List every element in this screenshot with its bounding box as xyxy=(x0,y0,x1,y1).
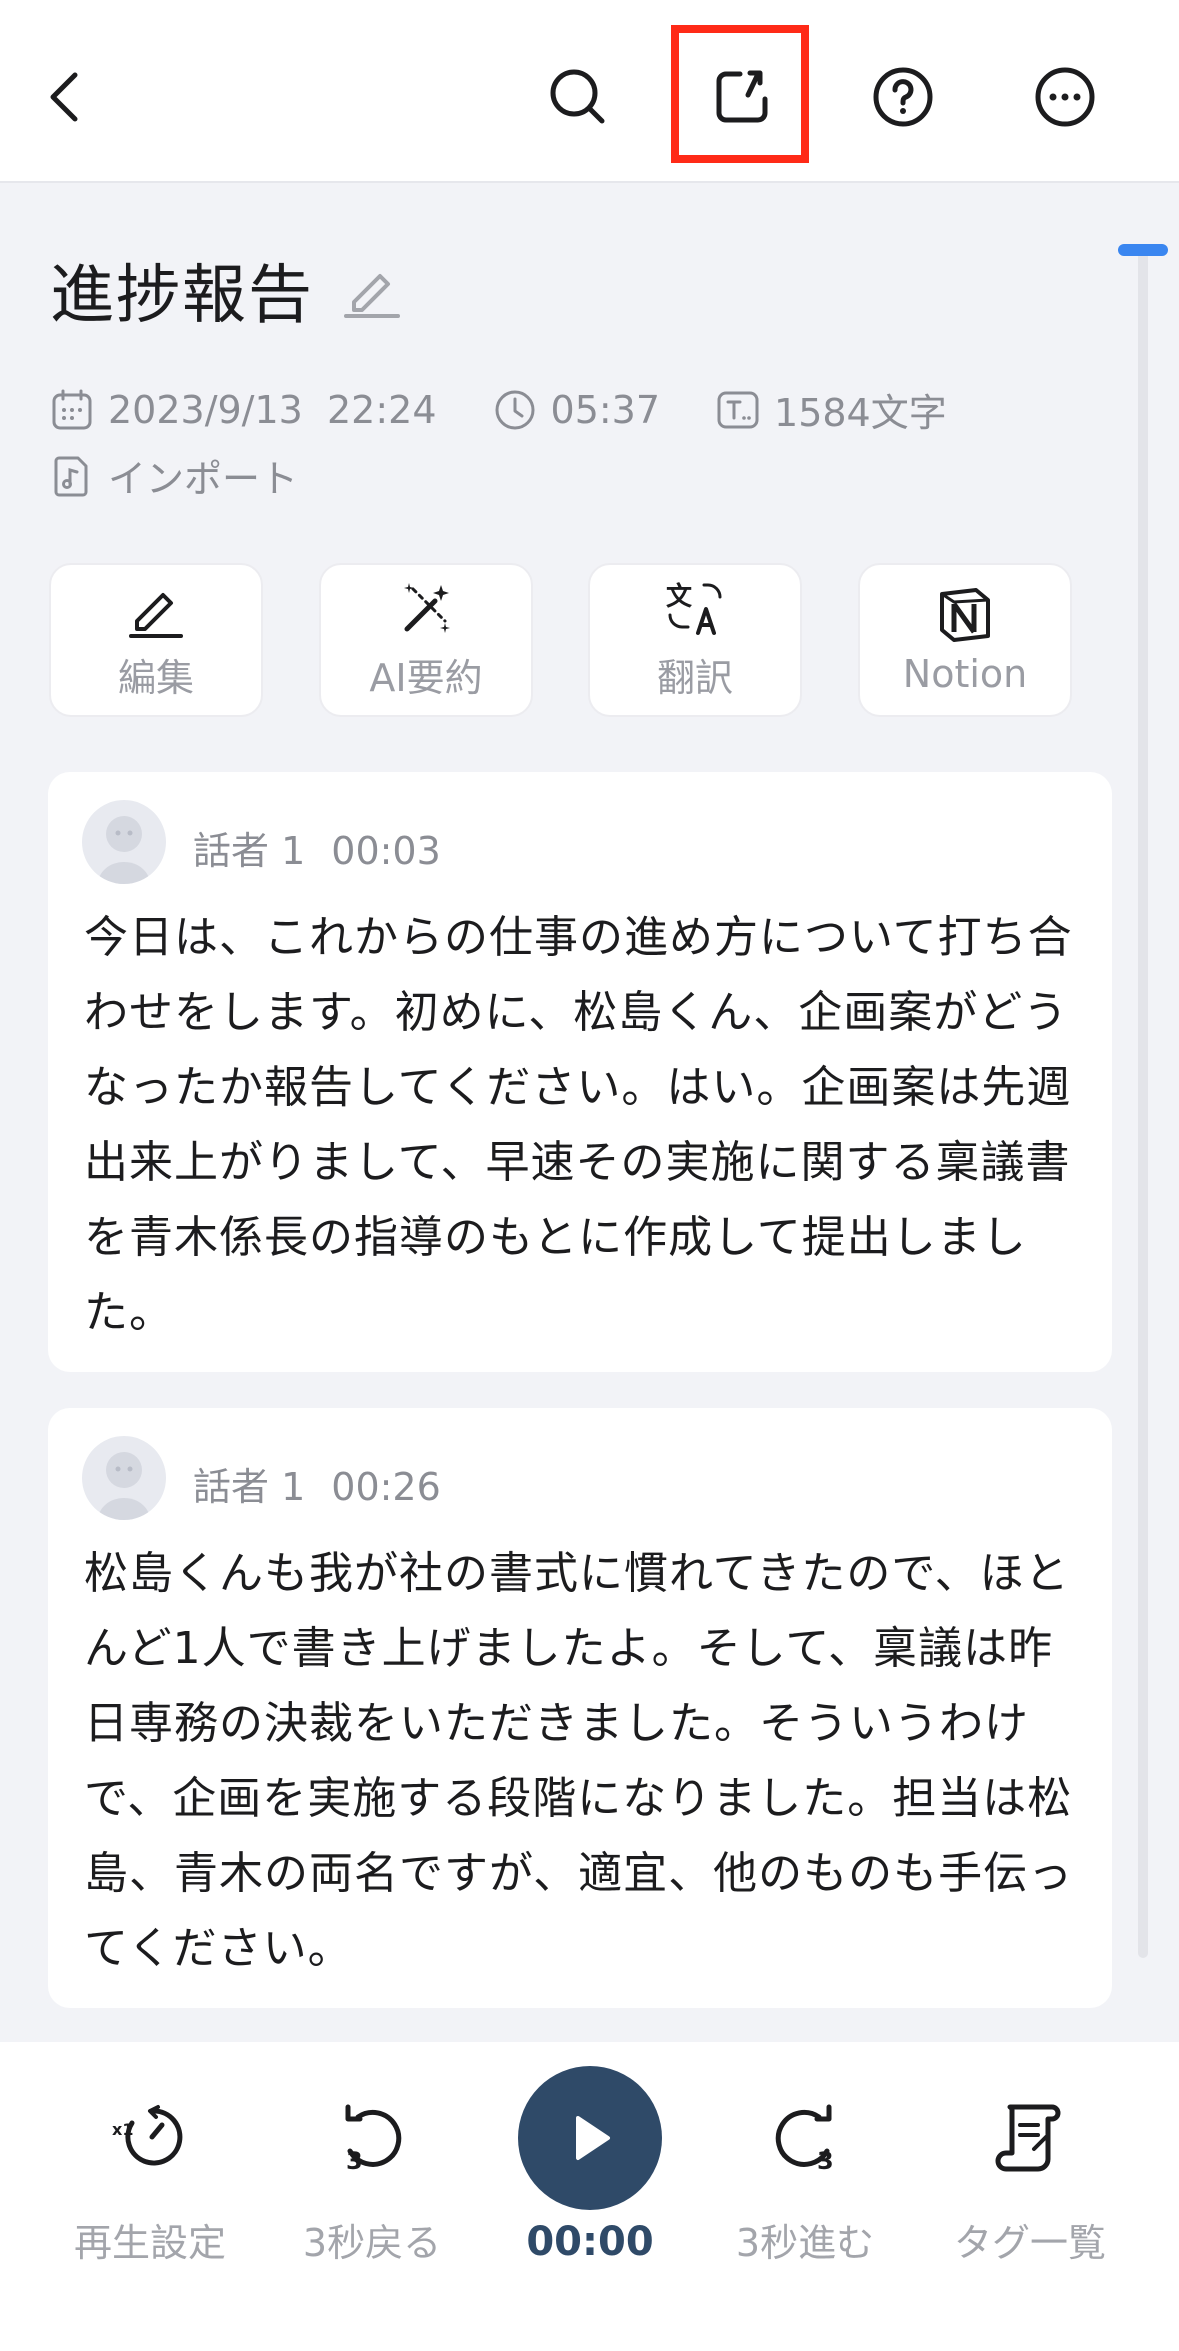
notion-button-label: Notion xyxy=(902,652,1028,696)
meta-char-count: 1584文字 xyxy=(716,382,947,437)
transcript-card[interactable]: 話者 1 00:03 今日は、これからの仕事の進め方について打ち合わせをします。初… xyxy=(48,772,1112,1372)
meta-date: 2023/9/13 22:24 xyxy=(50,388,437,432)
playback-time: 00:00 xyxy=(526,2219,654,2265)
meta-duration-text: 05:37 xyxy=(550,387,661,432)
meta-date-text: 2023/9/13 22:24 xyxy=(108,387,437,432)
speaker-name: 話者 1 xyxy=(193,829,306,873)
search-icon xyxy=(550,69,605,124)
notion-icon xyxy=(940,588,990,642)
ai-summary-button-label: AI要約 xyxy=(369,655,483,700)
search-button[interactable] xyxy=(533,52,623,142)
forward-3s-label: 3秒進む xyxy=(735,2221,875,2265)
text-count-icon xyxy=(717,391,759,428)
speaker-avatar xyxy=(82,800,166,884)
transcript-screen: 進捗報告 2023/9/13 22:24 05:37 1584文字 インポート … xyxy=(0,0,1179,2351)
translate-button-label: 翻訳 xyxy=(656,655,733,700)
more-horizontal-icon xyxy=(1035,67,1095,127)
meta-row: 2023/9/13 22:24 05:37 1584文字 xyxy=(50,382,1003,437)
play-icon xyxy=(576,2116,610,2160)
rewind-icon: 3 xyxy=(345,2104,402,2175)
edit-button[interactable]: 編集 xyxy=(49,563,263,717)
rewind-3s-button[interactable]: 3 3秒戻る xyxy=(262,2092,482,2267)
scroll-list-icon xyxy=(995,2104,1061,2172)
playback-settings-button[interactable]: x1 再生設定 xyxy=(40,2092,260,2267)
pencil-icon xyxy=(344,274,400,318)
pencil-icon xyxy=(129,592,183,638)
clock-icon xyxy=(495,390,535,429)
meta-source: インポート xyxy=(50,448,298,503)
svg-text:文: 文 xyxy=(666,581,693,612)
speaker-avatar xyxy=(82,1436,166,1520)
speaker-time: 00:26 xyxy=(331,1465,441,1509)
tag-list-button[interactable]: タグ一覧 xyxy=(920,2092,1140,2267)
transcript-text: 今日は、これからの仕事の進め方について打ち合わせをします。初めに、松島くん、企画… xyxy=(84,912,1073,1338)
help-button[interactable] xyxy=(858,52,948,142)
svg-text:3: 3 xyxy=(346,2147,363,2175)
back-button[interactable] xyxy=(22,52,112,142)
transcript-text: 松島くんも我が社の書式に慣れてきたので、ほとんど1人で書き上げましたよ。そして、… xyxy=(84,1548,1074,1974)
page-title: 進捗報告 xyxy=(50,259,314,333)
meta-char-count-text: 1584文字 xyxy=(774,391,947,435)
svg-text:x1: x1 xyxy=(112,2120,133,2139)
scrollbar-thumb[interactable] xyxy=(1118,244,1168,256)
forward-3s-button[interactable]: 3 3秒進む xyxy=(695,2092,915,2267)
scrollbar-track[interactable] xyxy=(1138,248,1148,1958)
audio-file-icon xyxy=(54,456,88,496)
highlight-box xyxy=(671,25,809,163)
svg-text:3: 3 xyxy=(817,2147,834,2175)
robot-avatar-icon xyxy=(98,816,150,884)
speaker-name: 話者 1 xyxy=(193,1465,306,1509)
tag-list-label: タグ一覧 xyxy=(953,2221,1106,2265)
edit-button-label: 編集 xyxy=(117,655,194,700)
notion-button[interactable]: Notion xyxy=(858,563,1072,717)
chevron-left-icon xyxy=(50,72,78,122)
magic-wand-icon xyxy=(404,582,450,633)
rewind-3s-label: 3秒戻る xyxy=(302,2221,442,2265)
speaker-time: 00:03 xyxy=(331,829,441,873)
robot-avatar-icon xyxy=(98,1452,150,1520)
transcript-card[interactable]: 話者 1 00:26 松島くんも我が社の書式に慣れてきたので、ほとんど1人で書き上… xyxy=(48,1408,1112,2008)
translate-icon: 文 xyxy=(666,581,722,635)
playback-speed-icon: x1 xyxy=(112,2105,183,2166)
playback-settings-label: 再生設定 xyxy=(73,2221,226,2265)
translate-button[interactable]: 文 翻訳 xyxy=(588,563,802,717)
speaker-meta: 話者 1 00:03 xyxy=(193,820,441,875)
ai-summary-button[interactable]: AI要約 xyxy=(319,563,533,717)
more-button[interactable] xyxy=(1020,52,1110,142)
edit-title-button[interactable] xyxy=(340,258,404,322)
speaker-meta: 話者 1 00:26 xyxy=(193,1456,441,1511)
calendar-icon xyxy=(52,389,92,429)
meta-source-text: インポート xyxy=(108,457,299,501)
top-bar xyxy=(0,0,1179,183)
meta-source-row: インポート xyxy=(50,448,354,503)
play-button[interactable] xyxy=(518,2066,662,2210)
help-circle-icon xyxy=(873,67,933,127)
fast-forward-icon: 3 xyxy=(775,2104,834,2175)
meta-duration: 05:37 xyxy=(493,387,661,432)
